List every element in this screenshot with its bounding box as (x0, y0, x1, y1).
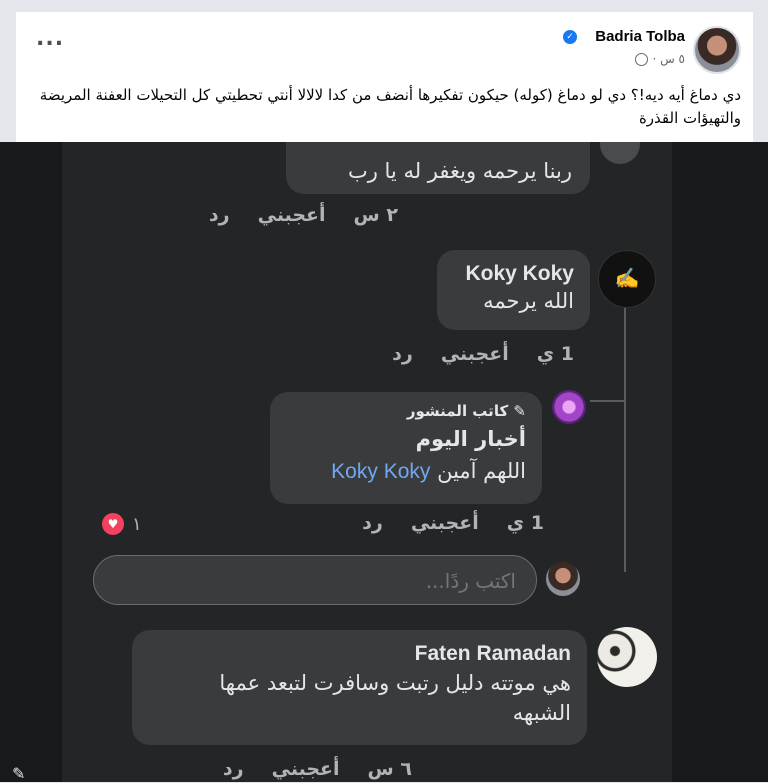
reply-box[interactable] (93, 555, 537, 605)
like-button[interactable]: أعجبني (441, 343, 509, 365)
verified-badge-icon: ✓ (563, 30, 577, 44)
post-text: دي دماغ أيه ديه!؟ دي لو دماغ (كوله) حيكو… (39, 86, 741, 127)
comment-text: ربنا يرحمه ويغفر له يا رب (347, 159, 572, 183)
author-badge: ✎ كاتب المنشور (406, 402, 526, 420)
author-name[interactable]: Badria Tolba (595, 28, 685, 45)
reply-input[interactable] (134, 568, 518, 594)
reply-button[interactable]: رد (209, 204, 230, 226)
thread-line (624, 300, 626, 572)
like-button[interactable]: أعجبني (272, 758, 340, 780)
comment-bubble-faten: Faten Ramadan هي موتته دليل رتبت وسافرت … (132, 630, 587, 745)
koky-avatar[interactable]: ✍ (598, 250, 656, 308)
commenter-name[interactable]: Koky Koky (437, 262, 574, 286)
like-button[interactable]: أعجبني (258, 204, 326, 226)
compose-icon[interactable]: ✎ (12, 764, 38, 783)
post-card: ... Badria Tolba ✓ ٥ س · دي دماغ أيه ديه… (16, 12, 753, 142)
faten-avatar[interactable] (597, 627, 657, 687)
comment-text: اللهم آمين Koky Koky (270, 456, 526, 487)
reply-button[interactable]: رد (362, 512, 383, 534)
comment-actions-top: ٢ س أعجبني رد (209, 204, 398, 226)
comment-body: اللهم آمين (437, 459, 526, 483)
comment-time[interactable]: ٦ س (368, 758, 412, 780)
comment-text: الله يرحمه (483, 289, 574, 313)
comment-bubble-top: ربنا يرحمه ويغفر له يا رب (286, 142, 590, 194)
comment-actions-author: 1 ي أعجبني رد (362, 512, 544, 534)
comment-actions-faten: ٦ س أعجبني رد (223, 758, 412, 780)
reaction-badge[interactable]: ♥ ١ (100, 511, 142, 537)
comment-actions-koky: 1 ي أعجبني رد (392, 343, 574, 365)
commenter-name[interactable]: أخبار اليوم (270, 424, 526, 454)
comment-bubble-author: ✎ كاتب المنشور أخبار اليوم اللهم آمين Ko… (270, 392, 542, 504)
more-options-icon[interactable]: ... (36, 28, 64, 50)
mention-link[interactable]: Koky Koky (331, 460, 430, 483)
reply-button[interactable]: رد (223, 758, 244, 780)
page-avatar[interactable] (552, 390, 586, 424)
post-time[interactable]: ٥ س · (652, 52, 685, 66)
heart-icon: ♥ (100, 511, 126, 537)
comment-text-line2: الشبهه (512, 701, 571, 725)
post-meta: ٥ س · (635, 52, 685, 66)
reply-button[interactable]: رد (392, 343, 413, 365)
comment-time[interactable]: 1 ي (507, 512, 544, 534)
pencil-icon: ✎ (513, 402, 526, 420)
reaction-count: ١ (132, 513, 142, 535)
author-avatar[interactable] (693, 26, 741, 74)
like-button[interactable]: أعجبني (411, 512, 479, 534)
thread-branch (590, 400, 624, 402)
my-avatar (546, 562, 580, 596)
comment-time[interactable]: 1 ي (537, 343, 574, 365)
globe-icon (635, 52, 649, 66)
commenter-name[interactable]: Faten Ramadan (132, 642, 571, 666)
comment-bubble-koky: Koky Koky الله يرحمه (437, 250, 590, 330)
comment-time[interactable]: ٢ س (354, 204, 398, 226)
comment-text-line1: هي موتته دليل رتبت وسافرت لتبعد عمها (219, 671, 571, 695)
